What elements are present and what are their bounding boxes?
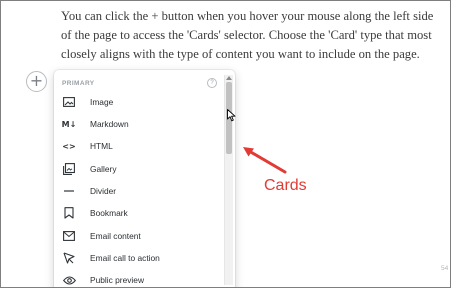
card-item-label: Public preview: [90, 275, 144, 285]
card-item-html[interactable]: <> HTML: [54, 135, 224, 157]
intro-paragraph: You can click the + button when you hove…: [61, 9, 434, 61]
image-icon: [62, 95, 76, 109]
card-item-label: Image: [90, 97, 114, 107]
email-icon: [62, 229, 76, 243]
menu-scrollbar[interactable]: [224, 75, 233, 285]
card-item-label: Bookmark: [90, 208, 128, 218]
card-item-label: Divider: [90, 186, 117, 196]
card-item-bookmark[interactable]: Bookmark: [54, 202, 224, 224]
annotation-arrow: [243, 147, 287, 174]
help-icon[interactable]: ?: [207, 78, 217, 88]
gallery-icon: [62, 162, 76, 176]
card-item-label: Email call to action: [90, 253, 160, 263]
card-item-markdown[interactable]: M↓ Markdown: [54, 113, 224, 135]
menu-section-header: PRIMARY: [62, 80, 95, 87]
page-number: 54: [441, 265, 449, 272]
pointer-icon: [62, 251, 76, 265]
eye-icon: [62, 273, 76, 287]
cards-annotation-label: Cards: [264, 177, 307, 194]
mouse-cursor-icon: [227, 109, 236, 127]
card-item-label: Gallery: [90, 164, 117, 174]
card-item-gallery[interactable]: Gallery: [54, 158, 224, 180]
card-item-label: Markdown: [90, 119, 129, 129]
code-icon: <>: [62, 141, 76, 151]
card-item-public-preview[interactable]: Public preview: [54, 269, 224, 287]
card-item-email-cta[interactable]: Email call to action: [54, 247, 224, 269]
card-item-label: Email content: [90, 231, 141, 241]
scroll-up-arrow-icon[interactable]: [226, 76, 232, 80]
card-item-label: HTML: [90, 141, 113, 151]
screenshot-frame: You can click the + button when you hove…: [0, 0, 451, 288]
markdown-icon: M↓: [61, 119, 77, 129]
cards-selector-menu: PRIMARY ? Image M↓ Markdown <> HTML Gall…: [54, 70, 235, 287]
add-card-button[interactable]: +: [26, 71, 47, 92]
divider-icon: [62, 184, 76, 198]
card-item-email-content[interactable]: Email content: [54, 225, 224, 247]
card-item-image[interactable]: Image: [54, 91, 224, 113]
card-item-divider[interactable]: Divider: [54, 180, 224, 202]
bookmark-icon: [62, 206, 76, 220]
